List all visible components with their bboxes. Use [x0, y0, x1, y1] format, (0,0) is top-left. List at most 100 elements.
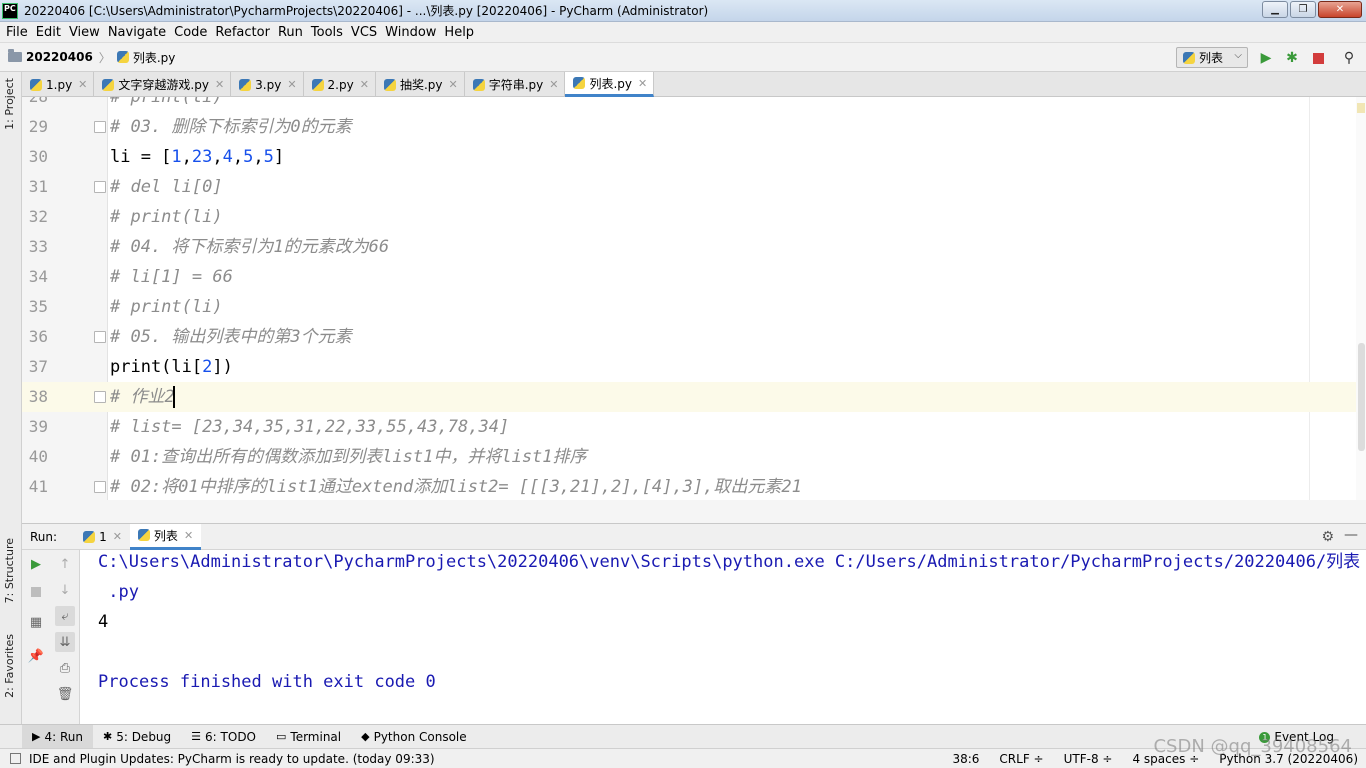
- structure-tool-tab[interactable]: 7: Structure: [3, 538, 16, 603]
- menu-bar: File Edit View Navigate Code Refactor Run Tools…: [0, 22, 1366, 42]
- line-number: 36: [28, 327, 48, 346]
- code-line: 40 # 01:查询出所有的偶数添加到列表list1中，并将list1排序: [22, 442, 1356, 472]
- code-line: 36 # 05. 输出列表中的第3个元素: [22, 322, 1356, 352]
- code-line: 32 # print(li): [22, 202, 1356, 232]
- run-configuration-select[interactable]: 列表 ⌵: [1176, 47, 1248, 68]
- tool-tab[interactable]: ▶ 4: Run: [22, 724, 93, 749]
- line-number: 28: [26, 97, 48, 112]
- favorites-tool-tab[interactable]: 2: Favorites: [3, 634, 16, 698]
- close-tab-icon[interactable]: ✕: [448, 78, 457, 91]
- trash-icon[interactable]: 🗑: [57, 686, 74, 702]
- menu-window[interactable]: Window: [381, 25, 440, 40]
- editor-tab[interactable]: 文字穿越游戏.py ✕: [94, 72, 232, 97]
- run-tab-label: 1: [99, 529, 107, 544]
- close-icon[interactable]: ✕: [1318, 1, 1362, 18]
- fold-marker-icon[interactable]: [94, 481, 106, 493]
- tool-tab[interactable]: ◆ Python Console: [351, 725, 477, 749]
- editor-scrollbar[interactable]: [1356, 97, 1366, 500]
- menu-help[interactable]: Help: [440, 25, 478, 40]
- menu-view[interactable]: View: [65, 25, 104, 40]
- line-number: 39: [28, 417, 48, 436]
- minimize-icon[interactable]: ▁: [1262, 1, 1288, 18]
- breadcrumb-file[interactable]: 列表.py: [133, 49, 176, 66]
- menu-run[interactable]: Run: [274, 25, 307, 40]
- close-tab-icon[interactable]: ✕: [549, 78, 558, 91]
- menu-navigate[interactable]: Navigate: [104, 25, 170, 40]
- status-message[interactable]: IDE and Plugin Updates: PyCharm is ready…: [29, 752, 435, 766]
- breadcrumb-project[interactable]: 20220406: [26, 50, 93, 64]
- console-line: C:\Users\Administrator\PycharmProjects\2…: [98, 552, 1361, 572]
- editor-tab[interactable]: 抽奖.py ✕: [376, 72, 465, 97]
- stop-icon[interactable]: [1310, 50, 1326, 66]
- python-icon: ◆: [361, 730, 370, 743]
- editor-tab-label: 字符串.py: [488, 78, 544, 92]
- code-text: # 作业2: [110, 387, 175, 407]
- run-icon[interactable]: ▶: [1258, 50, 1274, 66]
- code-text: print(li[2]): [110, 357, 233, 377]
- editor-tab-label: 1.py: [46, 77, 73, 92]
- menu-tools[interactable]: Tools: [307, 25, 347, 40]
- layout-icon[interactable]: ▦: [28, 614, 44, 630]
- menu-edit[interactable]: Edit: [32, 25, 65, 40]
- fold-marker-icon[interactable]: [94, 121, 106, 133]
- hide-panel-icon[interactable]: —: [1344, 527, 1358, 543]
- console-line: 4: [98, 612, 109, 632]
- editor-breadcrumb-strip: [22, 500, 1366, 524]
- menu-vcs[interactable]: VCS: [347, 25, 381, 40]
- python-file-icon: [137, 529, 150, 541]
- tool-tab[interactable]: ☰ 6: TODO: [181, 725, 266, 749]
- editor-tab[interactable]: 列表.py ✕: [565, 72, 655, 97]
- arrow-down-icon[interactable]: ↓: [57, 582, 73, 598]
- line-number: 38: [28, 387, 48, 406]
- scroll-to-end-icon[interactable]: ⇊: [55, 632, 75, 652]
- editor-tab[interactable]: 2.py ✕: [304, 72, 376, 97]
- editor-tab[interactable]: 3.py ✕: [231, 72, 304, 97]
- close-tab-icon[interactable]: ✕: [78, 78, 87, 91]
- run-tab[interactable]: 列表 ✕: [129, 523, 202, 550]
- python-file-icon: [383, 78, 396, 91]
- status-toggle-icon[interactable]: [10, 753, 21, 764]
- fold-marker-icon[interactable]: [94, 181, 106, 193]
- debug-bug-icon[interactable]: ✱: [1284, 50, 1300, 66]
- gear-icon[interactable]: ⚙: [1321, 529, 1334, 545]
- pin-icon[interactable]: 📌: [28, 648, 44, 664]
- menu-code[interactable]: Code: [170, 25, 211, 40]
- code-line: 38 # 作业2: [22, 382, 1356, 412]
- line-separator[interactable]: CRLF ÷: [999, 752, 1043, 766]
- line-number: 32: [28, 207, 48, 226]
- editor-tab[interactable]: 字符串.py ✕: [465, 72, 566, 97]
- run-tab[interactable]: 1 ✕: [75, 524, 130, 550]
- close-tab-icon[interactable]: ✕: [215, 78, 224, 91]
- tool-tab[interactable]: ✱ 5: Debug: [93, 725, 181, 749]
- close-tab-icon[interactable]: ✕: [184, 529, 193, 542]
- caret-position[interactable]: 38:6: [952, 752, 979, 766]
- fold-marker-icon[interactable]: [94, 391, 106, 403]
- maximize-icon[interactable]: ❐: [1290, 1, 1316, 18]
- stop-icon[interactable]: [28, 584, 44, 600]
- file-encoding[interactable]: UTF-8 ÷: [1064, 752, 1113, 766]
- code-editor[interactable]: 28 # print(li) 29 # 03. 删除下标索引为0的元素 30 li = […: [22, 97, 1366, 500]
- editor-tab[interactable]: 1.py ✕: [22, 72, 95, 97]
- run-toolbar: ▶ ▦ 📌 ↑ ↓ ⤶ ⇊ ⎙ 🗑: [22, 550, 80, 724]
- arrow-up-icon[interactable]: ↑: [57, 556, 73, 572]
- close-tab-icon[interactable]: ✕: [113, 530, 122, 543]
- code-text: # 01:查询出所有的偶数添加到列表list1中，并将list1排序: [110, 447, 587, 467]
- rerun-icon[interactable]: ▶: [28, 556, 44, 572]
- close-tab-icon[interactable]: ✕: [638, 77, 647, 90]
- run-console[interactable]: C:\Users\Administrator\PycharmProjects\2…: [80, 550, 1366, 724]
- project-tool-tab[interactable]: 1: Project: [3, 78, 16, 130]
- watermark: CSDN @qq_39408564: [1153, 736, 1352, 757]
- window-controls: ▁ ❐ ✕: [1262, 1, 1362, 18]
- menu-refactor[interactable]: Refactor: [211, 25, 274, 40]
- tool-tab[interactable]: ▭ Terminal: [266, 725, 351, 749]
- code-text: # 05. 输出列表中的第3个元素: [110, 327, 352, 347]
- soft-wrap-icon[interactable]: ⤶: [55, 606, 75, 626]
- close-tab-icon[interactable]: ✕: [287, 78, 296, 91]
- search-icon[interactable]: ⚲: [1341, 50, 1357, 66]
- print-icon[interactable]: ⎙: [57, 660, 73, 676]
- code-line: 37 print(li[2]): [22, 352, 1356, 382]
- fold-marker-icon[interactable]: [94, 331, 106, 343]
- close-tab-icon[interactable]: ✕: [360, 78, 369, 91]
- menu-file[interactable]: File: [2, 25, 32, 40]
- scroll-thumb[interactable]: [1358, 343, 1365, 451]
